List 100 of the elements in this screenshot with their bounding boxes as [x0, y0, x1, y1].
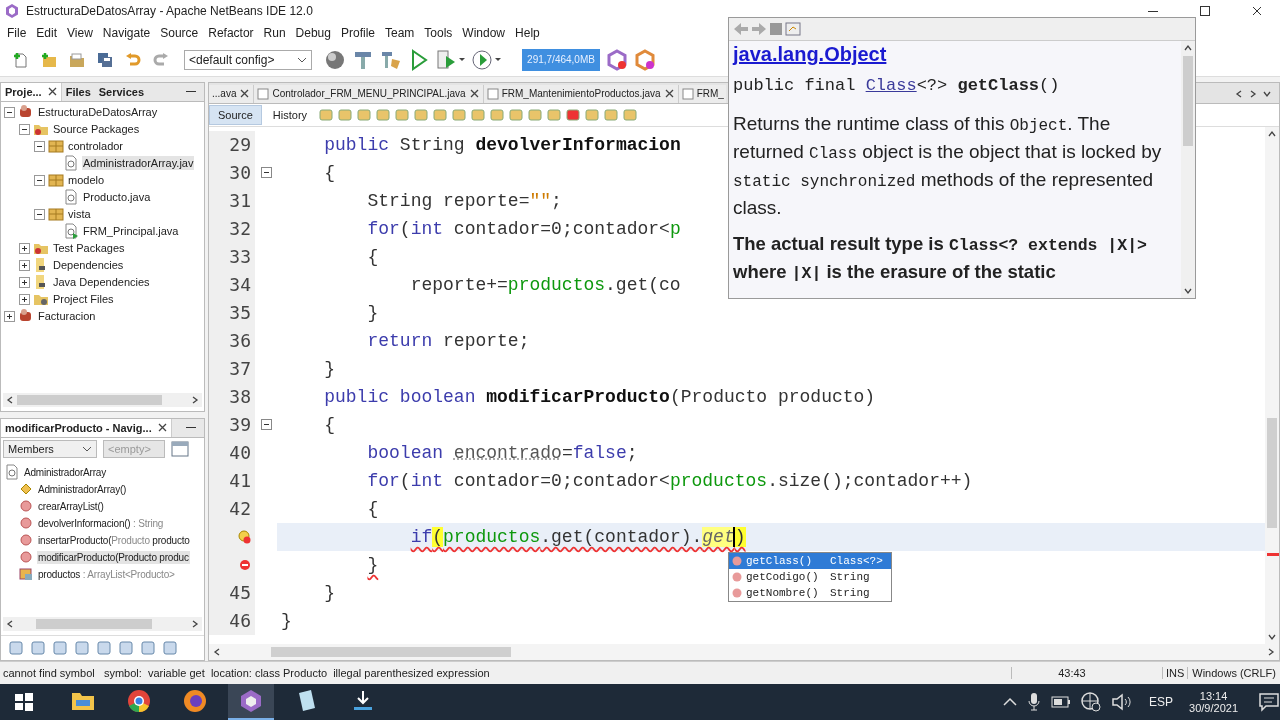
view-tab[interactable]: Source	[209, 104, 262, 125]
close-icon[interactable]	[1252, 6, 1262, 16]
class-link[interactable]: java.lang.Object	[733, 43, 1177, 66]
layout-icon[interactable]	[171, 440, 189, 457]
tree-item[interactable]: controlador	[67, 139, 125, 154]
debug-icon[interactable]	[436, 48, 466, 71]
member-item[interactable]: insertarProducto(Producto producto	[37, 533, 191, 547]
member-item[interactable]: productos : ArrayList<Producto>	[37, 567, 176, 581]
close-tab-icon[interactable]	[47, 87, 57, 97]
menu-item[interactable]: View	[62, 26, 98, 40]
battery-icon[interactable]	[1051, 696, 1072, 708]
member-item[interactable]: crearArrayList()	[37, 499, 105, 513]
caret-icon[interactable]	[297, 56, 307, 63]
scroll-up-icon[interactable]	[1184, 44, 1192, 52]
method-icon[interactable]	[732, 587, 742, 598]
scroll-down-icon[interactable]	[1184, 287, 1192, 295]
file-icon[interactable]	[681, 87, 694, 100]
menu-item[interactable]: Navigate	[97, 26, 156, 40]
collapse-toggle[interactable]	[34, 140, 45, 152]
scroll-down-icon[interactable]	[1268, 633, 1276, 642]
tab-list-icon[interactable]	[1263, 89, 1271, 98]
fold-toggle[interactable]	[260, 419, 272, 431]
expand-toggle[interactable]	[19, 293, 30, 305]
back-icon[interactable]	[733, 22, 749, 36]
tree-item[interactable]: modelo	[67, 173, 106, 188]
browser-icon[interactable]	[785, 22, 801, 36]
method-icon[interactable]	[732, 571, 742, 582]
netbeans-app-icon[interactable]	[228, 684, 274, 720]
close-tab-icon[interactable]	[664, 89, 674, 99]
tree-item[interactable]: FRM_Principal.java	[82, 224, 180, 239]
gc-icon[interactable]	[606, 48, 628, 71]
tree-item[interactable]: Source Packages	[52, 122, 141, 137]
scrollbar-thumb[interactable]	[1267, 417, 1277, 528]
menu-item[interactable]: Team	[380, 26, 420, 40]
scroll-right-icon[interactable]	[1267, 648, 1275, 657]
language-indicator[interactable]: ESP	[1149, 695, 1174, 709]
config-dropdown[interactable]: <default config>	[184, 49, 312, 70]
scroll-tabs-left-icon[interactable]	[1235, 89, 1243, 98]
menu-item[interactable]: Window	[457, 26, 511, 40]
menu-item[interactable]: Tools	[419, 26, 458, 40]
scroll-left-icon[interactable]	[6, 620, 14, 629]
tray-overflow-icon[interactable]	[1003, 697, 1018, 707]
expand-toggle[interactable]	[4, 310, 15, 322]
file-tab[interactable]: FRM_	[678, 84, 726, 103]
scroll-left-icon[interactable]	[6, 395, 14, 404]
clock-time[interactable]: 13:14	[1199, 690, 1228, 702]
scrollbar[interactable]	[3, 617, 202, 632]
fold-toggle[interactable]	[260, 167, 272, 179]
scroll-up-icon[interactable]	[1268, 129, 1276, 138]
menu-item[interactable]: Profile	[336, 26, 380, 40]
start-icon[interactable]	[14, 692, 34, 712]
member-item[interactable]: AdministradorArray	[23, 465, 107, 479]
snapshot-icon[interactable]	[634, 48, 656, 71]
tree-item[interactable]: Dependencies	[52, 258, 125, 273]
source-icon[interactable]	[769, 22, 783, 36]
method-icon[interactable]	[732, 555, 742, 566]
scroll-right-icon[interactable]	[191, 395, 199, 404]
scrollbar[interactable]	[3, 392, 202, 407]
file-icon[interactable]	[486, 87, 499, 100]
profile-icon[interactable]	[472, 48, 502, 71]
expand-toggle[interactable]	[19, 242, 30, 254]
expand-toggle[interactable]	[19, 276, 30, 288]
error-stripe-mark[interactable]	[1267, 552, 1279, 556]
speaker-icon[interactable]	[1111, 693, 1134, 711]
tree-item[interactable]: vista	[67, 207, 92, 222]
error-hint-icon[interactable]	[237, 529, 251, 544]
file-tab[interactable]: Controlador_FRM_MENU_PRINCIPAL.java	[254, 84, 468, 103]
menu-item[interactable]: Refactor	[203, 26, 259, 40]
file-tab[interactable]: FRM_MantenimientoProductos.java	[483, 84, 663, 103]
completion-item[interactable]: getNombre() String	[729, 584, 891, 601]
error-icon[interactable]	[239, 558, 251, 571]
menu-item[interactable]: Source	[155, 26, 204, 40]
member-item[interactable]: AdministradorArray()	[37, 482, 128, 496]
forward-icon[interactable]	[751, 22, 767, 36]
menu-item[interactable]: File	[2, 26, 32, 40]
scroll-left-icon[interactable]	[213, 648, 221, 657]
member-item[interactable]: devolverInformacion() : String	[37, 516, 165, 530]
scrollbar[interactable]	[209, 644, 1279, 661]
tree-item[interactable]: Producto.java	[82, 190, 152, 205]
collapse-toggle[interactable]	[34, 174, 45, 186]
member-item[interactable]: modificarProducto(Producto produc	[37, 550, 190, 564]
tree-item[interactable]: Test Packages	[52, 241, 126, 256]
scroll-tabs-right-icon[interactable]	[1249, 89, 1257, 98]
tree-item[interactable]: Facturacion	[37, 309, 97, 324]
file-icon[interactable]	[257, 87, 270, 100]
collapse-toggle[interactable]	[34, 208, 45, 220]
microphone-icon[interactable]	[1027, 692, 1042, 712]
clock-date[interactable]: 30/9/2021	[1189, 702, 1238, 714]
caret-icon[interactable]	[82, 445, 92, 452]
menu-item[interactable]: Run	[258, 26, 291, 40]
panel-tab[interactable]: Services	[94, 82, 149, 101]
panel-tab[interactable]: modificarProducto - Navig...	[1, 418, 156, 437]
tree-item[interactable]: Project Files	[52, 292, 115, 307]
scrollbar[interactable]	[1181, 41, 1195, 298]
scrollbar[interactable]	[1265, 126, 1279, 645]
collapse-toggle[interactable]	[19, 123, 30, 135]
globe-icon[interactable]	[324, 48, 346, 71]
completion-item[interactable]: getClass() Class<?>	[729, 552, 891, 569]
collapse-toggle[interactable]	[4, 106, 15, 118]
menu-item[interactable]: Help	[510, 26, 545, 40]
